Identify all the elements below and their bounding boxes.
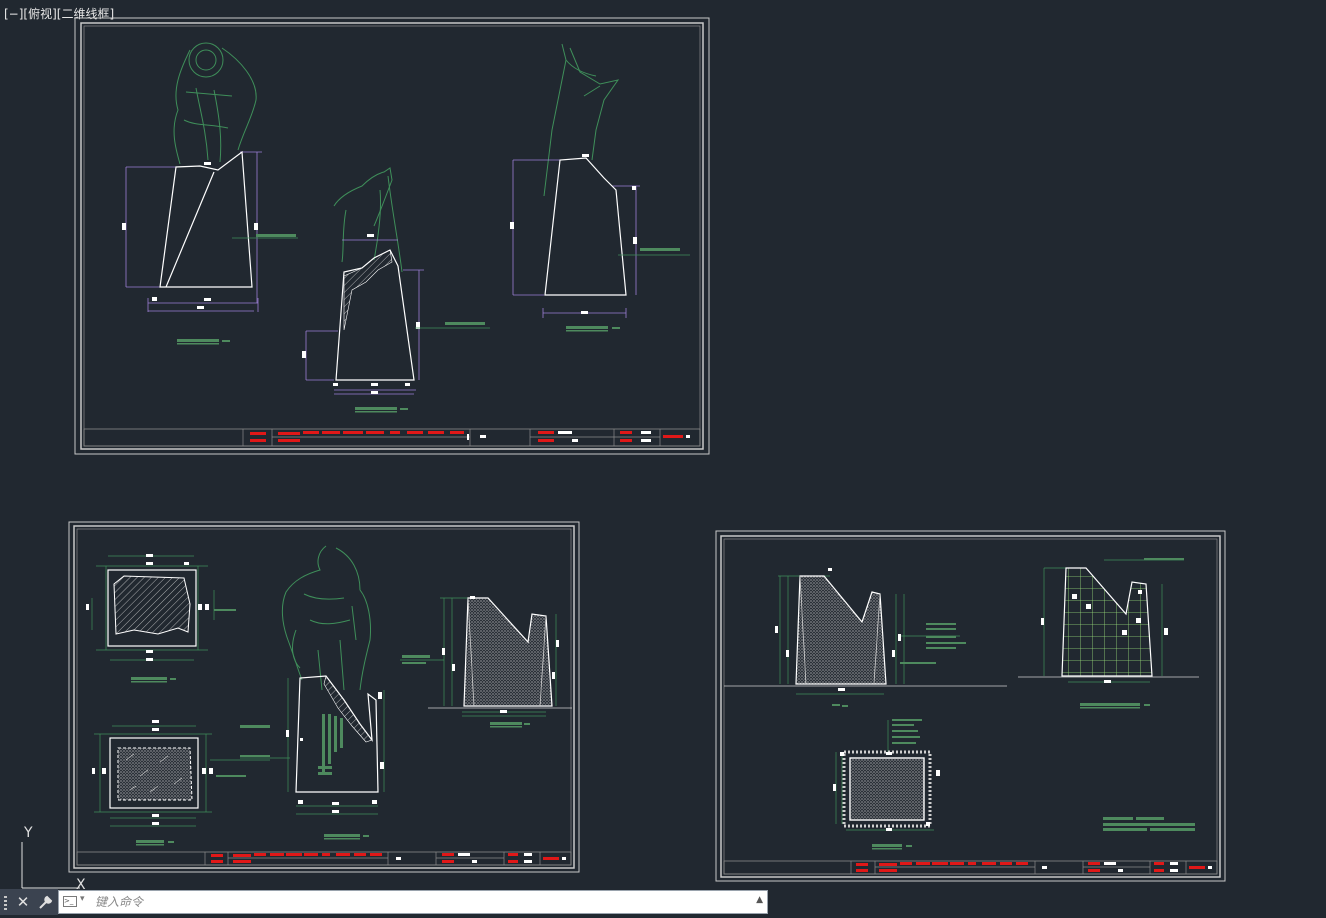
annotation-text <box>1144 558 1184 560</box>
annotation-text <box>445 322 485 325</box>
stone-outline <box>159 150 253 288</box>
caption-title <box>832 704 840 706</box>
annotation-text <box>402 655 430 658</box>
wrench-icon[interactable] <box>34 889 58 915</box>
command-input[interactable] <box>95 893 735 911</box>
caption-underline <box>177 343 219 345</box>
caption-scale <box>168 841 174 843</box>
caption-underline <box>490 726 522 728</box>
caption-title <box>872 844 902 847</box>
stone-plan-hatch <box>117 747 193 801</box>
annotation-stack <box>900 623 966 664</box>
model-space[interactable]: Y X <box>0 0 1326 916</box>
caption-underline <box>355 411 397 413</box>
command-line-bar[interactable]: ✕ >_ ▾ ▲ <box>0 889 768 915</box>
ucs-icon[interactable]: Y X <box>21 825 86 893</box>
caption-title <box>324 834 360 837</box>
caption-scale <box>906 845 912 847</box>
sheet-1-title-block[interactable] <box>83 428 701 447</box>
plan-view-detail[interactable] <box>833 719 940 850</box>
caption-underline <box>324 838 360 840</box>
drawing-sheet-2[interactable] <box>68 521 580 873</box>
command-prompt-icon[interactable]: >_ <box>63 896 77 907</box>
caption-scale <box>363 835 369 837</box>
annotation-text <box>256 234 296 237</box>
caption-underline <box>1080 707 1140 709</box>
chevron-down-icon[interactable]: ▾ <box>80 894 85 904</box>
stone-section <box>463 597 553 707</box>
grid-elevation[interactable] <box>1018 558 1199 709</box>
title-block-entries <box>250 431 683 442</box>
caption-scale <box>400 408 408 410</box>
ucs-axes <box>21 842 80 889</box>
section-view-1[interactable] <box>400 596 572 728</box>
stone-outline <box>544 157 627 296</box>
caption-title <box>136 840 164 843</box>
drawing-sheet-3[interactable] <box>715 530 1226 882</box>
figure-outline <box>173 42 257 165</box>
sheet-3-title-block[interactable] <box>723 860 1218 875</box>
caption-title <box>566 326 608 329</box>
caption-underline <box>872 848 902 850</box>
caption-title <box>1080 703 1140 706</box>
fracture-hatch <box>343 249 393 331</box>
command-line-grip[interactable] <box>0 889 12 915</box>
caption-title <box>490 722 522 725</box>
title-block-values <box>467 431 690 442</box>
caption-title <box>355 407 397 410</box>
caption-scale <box>612 327 620 329</box>
section-view-2[interactable] <box>724 568 1007 707</box>
caption-title <box>131 677 167 680</box>
annotation-text <box>240 755 270 757</box>
sculpture-elevation-3[interactable] <box>510 43 690 332</box>
caption-underline <box>131 681 167 683</box>
stone-plan-hatch <box>113 575 191 635</box>
triangle-up-icon[interactable]: ▲ <box>756 895 763 905</box>
inscription-block <box>318 714 343 775</box>
sculpture-elevation-4[interactable] <box>240 545 385 840</box>
dimension-lines <box>305 239 424 395</box>
annotation-text <box>640 248 680 251</box>
fracture-hatch <box>323 675 373 743</box>
caption-title <box>177 339 219 342</box>
ucs-y-label: Y <box>23 825 33 841</box>
sculpture-elevation-1[interactable] <box>122 42 298 345</box>
dimension-lines <box>125 151 262 312</box>
annotation-text <box>216 775 246 777</box>
command-input-container[interactable]: >_ ▾ ▲ <box>58 890 768 914</box>
caption-underline <box>136 844 164 846</box>
sculpture-elevation-2[interactable] <box>302 167 490 413</box>
dimension-text <box>510 154 637 314</box>
drawing-sheet-1[interactable] <box>74 17 710 455</box>
caption-scale <box>1144 704 1150 706</box>
plan-view-lower[interactable] <box>92 720 270 846</box>
caption-scale <box>842 705 848 707</box>
figure-outline <box>333 167 403 273</box>
sheet-1-outer-border <box>74 17 710 455</box>
caption-scale <box>170 678 176 680</box>
stone-plan-hatch <box>849 757 925 821</box>
annotation-text <box>402 662 426 664</box>
annotation-text <box>214 609 236 611</box>
sheet-2-title-block[interactable] <box>76 851 572 866</box>
close-icon[interactable]: ✕ <box>12 889 34 915</box>
stone-section <box>795 575 887 685</box>
sheet-1-inner-border <box>80 22 704 450</box>
caption-scale <box>524 723 530 725</box>
dimension-text <box>302 234 420 394</box>
caption-scale <box>222 340 230 342</box>
notes-block[interactable] <box>1103 817 1195 831</box>
caption-underline <box>566 330 608 332</box>
figure-outline <box>543 43 620 197</box>
dimension-lines <box>240 678 385 815</box>
figure-outline <box>281 545 371 691</box>
annotation-stack <box>892 719 922 744</box>
annotation-text <box>240 725 270 728</box>
plan-view-upper[interactable] <box>86 554 236 683</box>
